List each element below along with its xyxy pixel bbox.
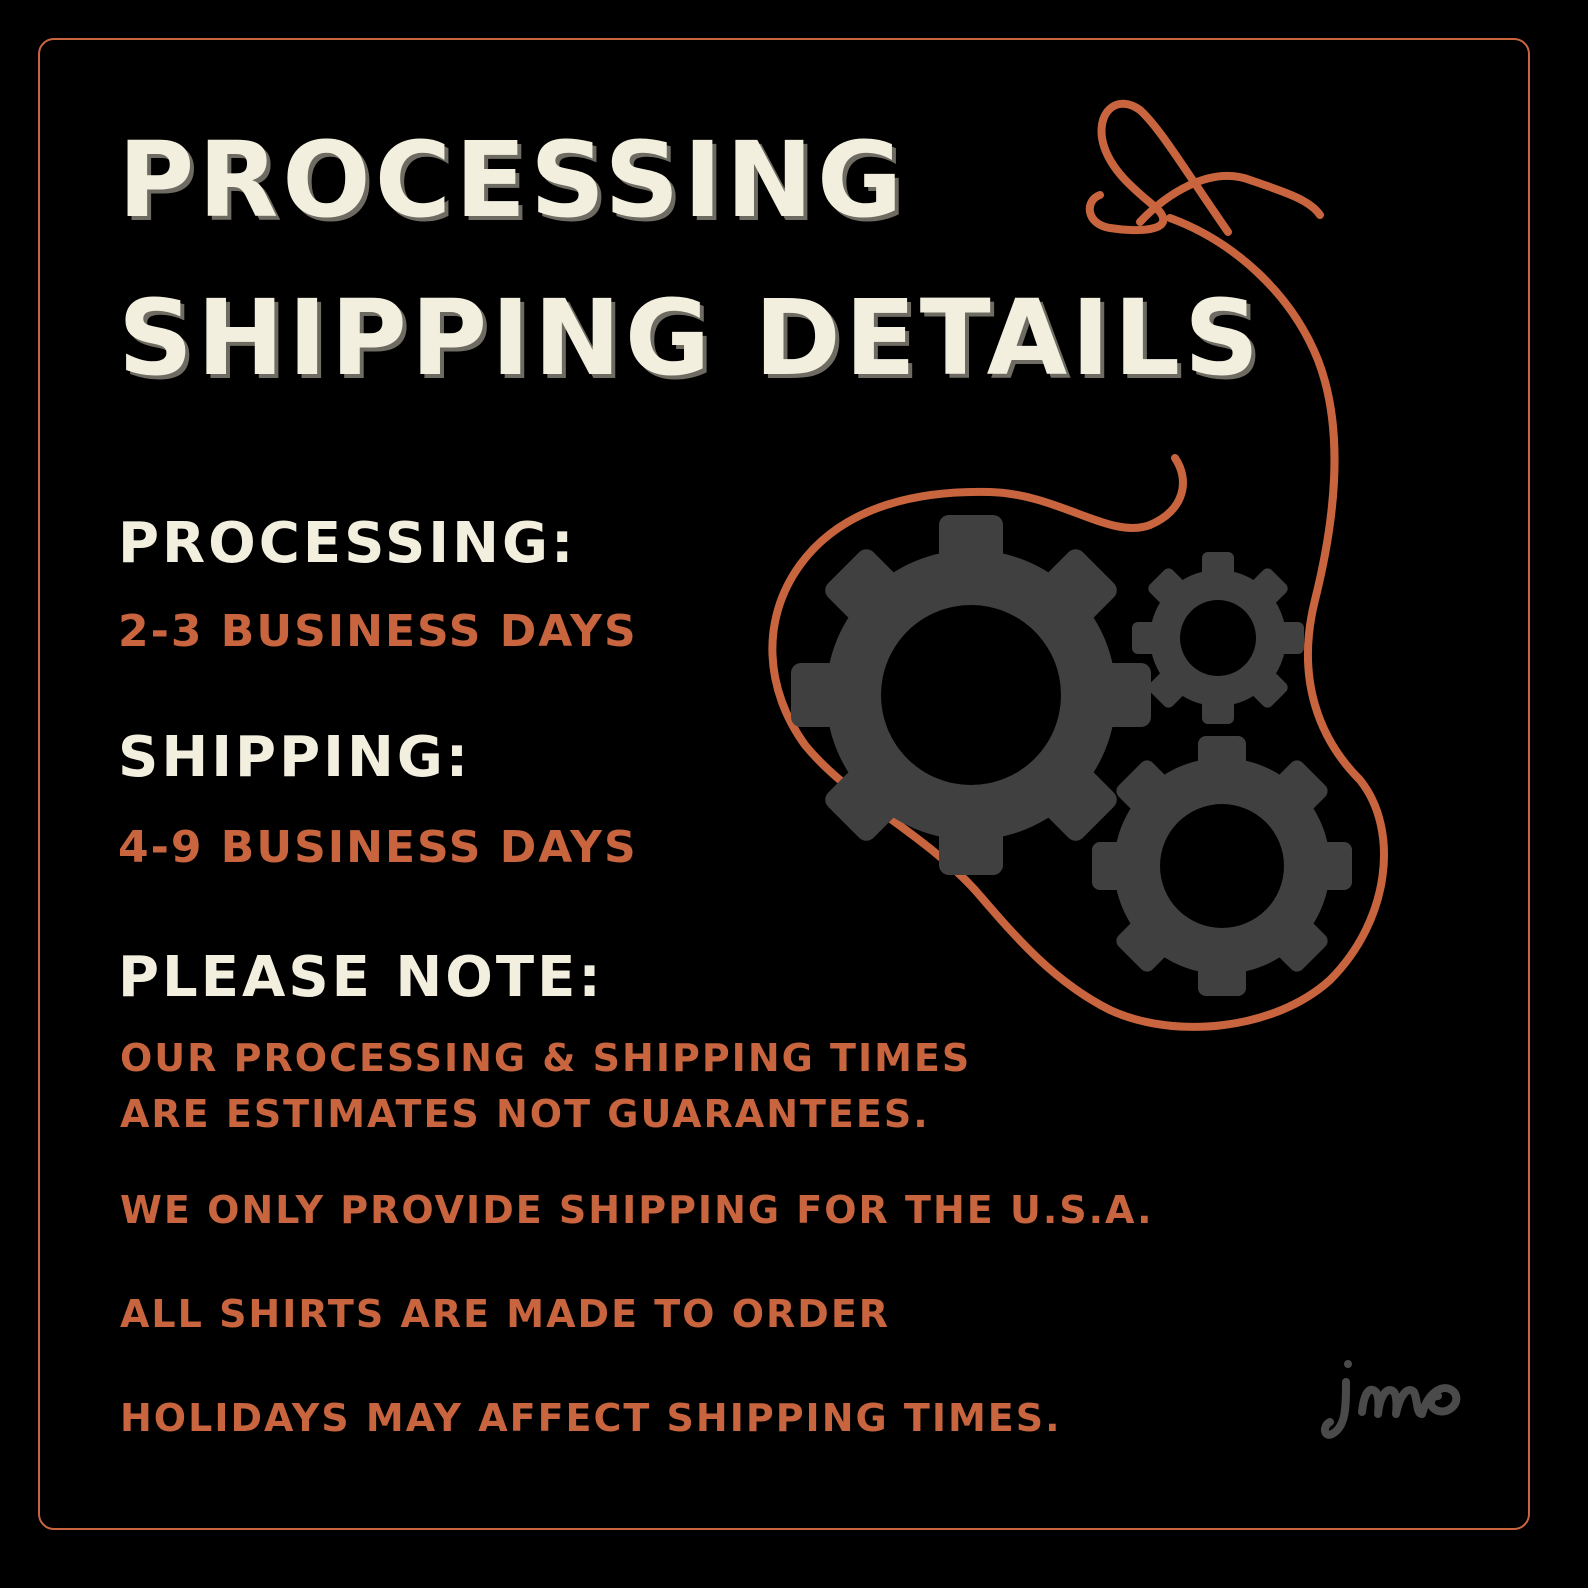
note-usa-only: WE ONLY PROVIDE SHIPPING FOR THE U.S.A.	[120, 1188, 1154, 1232]
note-line: ARE ESTIMATES NOT GUARANTEES.	[120, 1092, 930, 1136]
note-heading: PLEASE NOTE:	[118, 945, 604, 1010]
signature-logo	[1321, 1360, 1461, 1439]
shipping-heading: SHIPPING:	[118, 725, 472, 790]
title-line-2: SHIPPING DETAILS	[118, 277, 1263, 399]
note-estimates: OUR PROCESSING & SHIPPING TIMES ARE ESTI…	[120, 1030, 971, 1142]
note-holidays: HOLIDAYS MAY AFFECT SHIPPING TIMES.	[120, 1396, 1062, 1440]
title-line-1: PROCESSING	[118, 119, 907, 241]
note-made-to-order: ALL SHIRTS ARE MADE TO ORDER	[120, 1292, 891, 1336]
note-line: OUR PROCESSING & SHIPPING TIMES	[120, 1036, 972, 1080]
processing-heading: PROCESSING:	[118, 511, 577, 576]
processing-value: 2-3 BUSINESS DAYS	[118, 606, 638, 657]
shipping-value: 4-9 BUSINESS DAYS	[118, 822, 638, 873]
